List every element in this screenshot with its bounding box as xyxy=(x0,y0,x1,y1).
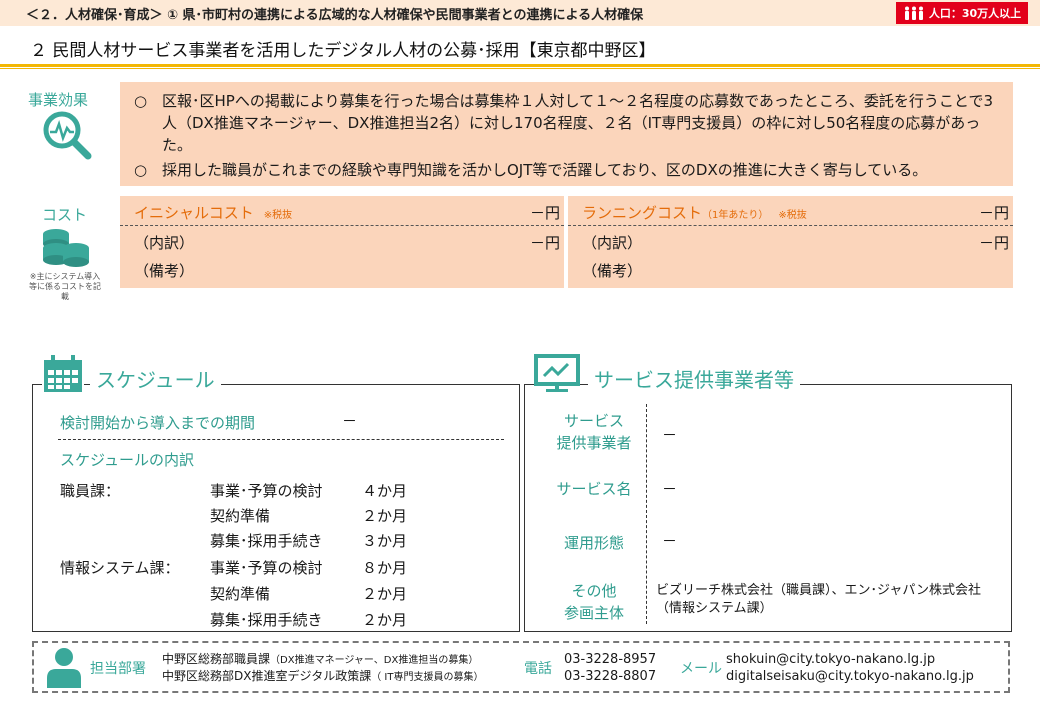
duration: ２か月 xyxy=(362,507,408,525)
running-cost-per-year: （1年あたり） xyxy=(702,210,769,221)
vendor-label-line: サービス xyxy=(563,412,624,430)
effect-box: ○ 区報･区HPへの掲載により募集を行った場合は募集枠１人対して１～２名程度の応… xyxy=(120,82,1013,186)
vendor-value-operation: － xyxy=(662,532,678,550)
schedule-breakdown-title: スケジュールの内訳 xyxy=(60,451,194,469)
vendor-value-provider: － xyxy=(662,426,678,444)
vendor-label-service: サービス名 xyxy=(556,480,632,498)
presentation-screen-icon xyxy=(534,354,580,394)
running-cost-header: ランニングコスト（1年あたり） ※税抜 －円 xyxy=(568,196,1013,226)
schedule-divider xyxy=(58,439,504,440)
effect-text-2: 採用した職員がこれまでの経験や専門知識を活かしOJT等で活躍しており、区のDXの… xyxy=(162,161,928,179)
contact-mail-label: メール xyxy=(680,661,722,677)
effect-label: 事業効果 xyxy=(28,91,89,109)
running-cost-name: ランニングコスト xyxy=(582,204,703,222)
task: 契約準備 xyxy=(210,585,271,603)
contact-dept-label: 担当部署 xyxy=(90,661,146,677)
dept-name: 中野区総務部職員課 xyxy=(162,652,271,666)
effect-item: ○ 採用した職員がこれまでの経験や専門知識を活かしOJT等で活躍しており、区のD… xyxy=(134,159,999,181)
people-icon xyxy=(904,6,923,20)
running-remarks-label: （備考） xyxy=(582,262,643,280)
vendor-label-line: 参画主体 xyxy=(563,604,624,622)
schedule-title: スケジュール xyxy=(90,364,221,393)
initial-cost-name: イニシャルコスト xyxy=(134,204,254,222)
contact-dept-2: 中野区総務部DX推進室デジタル政策課（ IT専門支援員の募集） xyxy=(162,668,483,686)
task: 事業･予算の検討 xyxy=(210,482,323,500)
running-cost-title: ランニングコスト（1年あたり） ※税抜 xyxy=(582,202,807,223)
contact-mail-2[interactable]: digitalseisaku@city.tokyo-nakano.lg.jp xyxy=(726,668,974,685)
person-icon xyxy=(47,648,81,688)
population-badge: 人口：30万人以上 xyxy=(896,2,1028,24)
vendor-label-line: 提供事業者 xyxy=(556,434,632,452)
initial-cost-value: －円 xyxy=(529,204,560,222)
divider-gold xyxy=(0,64,1040,67)
vendor-label-line: その他 xyxy=(571,582,617,600)
vendor-label-provider: サービス 提供事業者 xyxy=(544,410,644,454)
header-bar: ＜２．人材確保･育成＞ ① 県･市町村の連携による広域的な人材確保や民間事業者と… xyxy=(0,0,1040,26)
population-badge-text: 人口：30万人以上 xyxy=(928,7,1022,20)
cost-label: コスト xyxy=(42,206,88,224)
page-subtitle: ２ 民間人材サービス事業者を活用したデジタル人材の公募･採用【東京都中野区】 xyxy=(30,41,656,61)
running-breakdown-label: （内訳） xyxy=(582,234,643,252)
contact-phone-1: 03-3228-8957 xyxy=(564,652,657,667)
contact-phone-2: 03-3228-8807 xyxy=(564,669,657,684)
cost-note: ※主にシステム導入等に係るコストを記載 xyxy=(29,272,101,301)
vendor-value-service: － xyxy=(662,480,678,498)
contact-mail-1[interactable]: shokuin@city.tokyo-nakano.lg.jp xyxy=(726,651,935,668)
duration: ８か月 xyxy=(362,559,408,577)
initial-cost-box: イニシャルコスト ※税抜 －円 （内訳） －円 （備考） xyxy=(120,196,564,288)
task: 募集･採用手続き xyxy=(210,611,323,629)
running-cost-box: ランニングコスト（1年あたり） ※税抜 －円 （内訳） －円 （備考） xyxy=(568,196,1013,288)
period-label: 検討開始から導入までの期間 xyxy=(60,414,256,432)
running-cost-tax: ※税抜 xyxy=(778,210,807,221)
task: 事業･予算の検討 xyxy=(210,559,323,577)
initial-breakdown-label: （内訳） xyxy=(134,234,195,252)
vendor-divider xyxy=(646,404,647,624)
magnifier-chart-icon xyxy=(43,111,92,160)
dept-label: 職員課： xyxy=(60,482,121,500)
dept-name: 中野区総務部DX推進室デジタル政策課 xyxy=(162,669,372,683)
duration: ２か月 xyxy=(362,611,408,629)
period-value: － xyxy=(342,412,358,430)
divider-gold-thin xyxy=(0,68,1040,69)
duration: ２か月 xyxy=(362,585,408,603)
running-breakdown-value: －円 xyxy=(978,234,1009,252)
dept-note: （DX推進マネージャー、DX推進担当の募集） xyxy=(270,655,479,666)
contact-dept-1: 中野区総務部職員課（DX推進マネージャー、DX推進担当の募集） xyxy=(162,651,478,669)
duration: ４か月 xyxy=(362,482,408,500)
contact-phone-label: 電話 xyxy=(524,661,552,677)
vendor-value-other: ビズリーチ株式会社（職員課）、エン･ジャパン株式会社（情報システム課） xyxy=(656,583,982,616)
vendor-label-other: その他 参画主体 xyxy=(544,580,644,624)
effect-item: ○ 区報･区HPへの掲載により募集を行った場合は募集枠１人対して１～２名程度の応… xyxy=(134,90,999,156)
coins-icon xyxy=(43,229,89,267)
calendar-icon xyxy=(42,354,84,394)
initial-remarks-label: （備考） xyxy=(134,262,195,280)
running-cost-value: －円 xyxy=(978,204,1009,222)
initial-cost-tax: ※税抜 xyxy=(263,210,293,221)
initial-cost-header: イニシャルコスト ※税抜 －円 xyxy=(120,196,564,226)
dept-note: （ IT専門支援員の募集） xyxy=(371,672,484,683)
duration: ３か月 xyxy=(362,532,408,550)
bullet: ○ xyxy=(134,92,148,110)
initial-breakdown-value: －円 xyxy=(529,234,560,252)
effect-text-1: 区報･区HPへの掲載により募集を行った場合は募集枠１人対して１～２名程度の応募数… xyxy=(162,92,994,154)
vendor-label-operation: 運用形態 xyxy=(563,534,624,552)
task: 契約準備 xyxy=(210,507,271,525)
vendor-title: サービス提供事業者等 xyxy=(588,364,800,393)
header-title: ＜２．人材確保･育成＞ ① 県･市町村の連携による広域的な人材確保や民間事業者と… xyxy=(26,8,644,23)
initial-cost-title: イニシャルコスト ※税抜 xyxy=(134,202,292,223)
task: 募集･採用手続き xyxy=(210,532,323,550)
bullet: ○ xyxy=(134,161,148,179)
dept-label: 情報システム課： xyxy=(60,559,180,577)
